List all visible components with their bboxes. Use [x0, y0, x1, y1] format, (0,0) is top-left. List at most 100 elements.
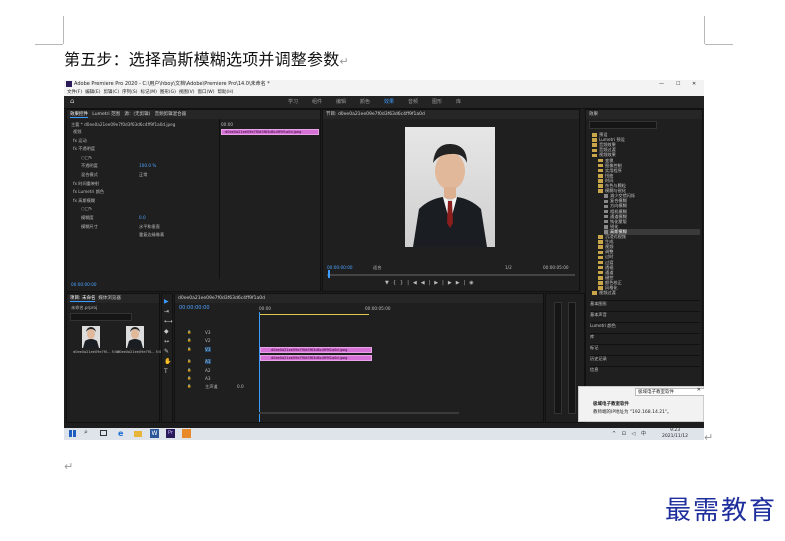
ec-timeline-clip[interactable]: d0ee0a21ee09e7f0d3f63d6c4ff9f1a0d.jpeg: [221, 129, 319, 135]
footer-panel-item[interactable]: 信息: [590, 366, 700, 373]
ec-row-label: 视频: [73, 129, 82, 134]
selection-tool-icon[interactable]: ▶: [164, 298, 169, 305]
go-to-out-icon[interactable]: ▶|: [456, 280, 470, 286]
type-tool-icon[interactable]: T: [164, 368, 168, 375]
ec-row-value[interactable]: 重复边缘像素: [139, 232, 164, 238]
menu-help[interactable]: 帮助(H): [217, 90, 233, 95]
footer-panel-item[interactable]: 历史记录: [590, 355, 700, 362]
track-label[interactable]: V1: [205, 346, 211, 352]
add-marker-icon[interactable]: ▼: [385, 280, 393, 286]
track-lock-icon[interactable]: 🔒: [187, 384, 191, 388]
footer-panel-item[interactable]: 基本图形: [590, 300, 700, 307]
track-lock-icon[interactable]: 🔒: [187, 330, 191, 334]
program-playhead[interactable]: [328, 270, 330, 278]
export-frame-icon[interactable]: ◉: [469, 280, 477, 286]
track-label[interactable]: A3: [205, 376, 211, 381]
track-lock-icon[interactable]: 🔒: [187, 359, 191, 363]
go-to-in-icon[interactable]: |◀: [407, 280, 421, 286]
track-label[interactable]: V3: [205, 330, 211, 335]
tab-media-browser[interactable]: 媒体浏览器: [98, 296, 121, 301]
taskbar-search-icon[interactable]: ⌕: [84, 428, 88, 437]
task-view-icon[interactable]: [100, 430, 107, 436]
workspace-learn[interactable]: 学习: [288, 98, 298, 105]
timeline-work-area-bar[interactable]: [259, 314, 369, 315]
hand-tool-icon[interactable]: ✋: [164, 358, 171, 365]
menu-sequence[interactable]: 序列(S): [122, 90, 137, 95]
slip-tool-icon[interactable]: ↔: [164, 338, 169, 345]
close-button[interactable]: ✕: [692, 80, 696, 89]
ec-row-value[interactable]: 水平和垂直: [139, 224, 160, 230]
track-select-tool-icon[interactable]: ⇥: [164, 308, 169, 315]
timeline-playhead[interactable]: [259, 312, 260, 422]
clip-v2[interactable]: d0ee0a21ee09e7f0d3f63d6c4ff9f1a0d.jpeg: [260, 347, 372, 353]
tab-effect-controls[interactable]: 效果控件: [70, 112, 88, 118]
home-icon[interactable]: ⌂: [70, 98, 74, 105]
premiere-taskbar-icon[interactable]: Pr: [166, 429, 175, 438]
notification-toast[interactable]: 极域电子教室软件 ✕ 极域电子教室软件 教师端的IP地址为 "192.168.1…: [578, 386, 704, 422]
clip-v1[interactable]: d0ee0a21ee09e7f0d3f63d6c4ff9f1a0d.jpeg: [260, 355, 372, 361]
track-lock-icon[interactable]: 🔒: [187, 347, 191, 351]
step-back-icon[interactable]: ◀|: [421, 280, 435, 286]
footer-panel-item[interactable]: 标记: [590, 344, 700, 351]
menu-clip[interactable]: 剪辑(C): [103, 90, 119, 95]
workspace-audio[interactable]: 音频: [408, 98, 418, 105]
explorer-icon[interactable]: [134, 431, 142, 437]
timeline-scrollbar[interactable]: [259, 412, 459, 414]
ec-divider: [219, 119, 220, 279]
effect-tree-item[interactable]: 视频过渡: [592, 290, 616, 296]
razor-tool-icon[interactable]: ◆: [164, 328, 169, 335]
track-label[interactable]: A1: [205, 359, 211, 365]
menu-view[interactable]: 视图(V): [179, 90, 195, 95]
tab-lumetri-scopes[interactable]: Lumetri 范围: [92, 112, 120, 117]
menu-edit[interactable]: 编辑(E): [85, 90, 100, 95]
menu-graphics[interactable]: 图形(G): [160, 90, 176, 95]
menu-file[interactable]: 文件(F): [67, 90, 82, 95]
ec-row-value[interactable]: 0.0: [139, 215, 146, 220]
workspace-color[interactable]: 颜色: [360, 98, 370, 105]
tab-project[interactable]: 项目: 未命名: [70, 296, 96, 302]
mark-in-icon[interactable]: {: [393, 280, 400, 286]
project-panel: 项目: 未命名 媒体浏览器 未命名.prproj d0ee0a21ee09e7f…: [66, 293, 164, 423]
word-icon[interactable]: W: [150, 429, 159, 438]
tab-audio-clip-mixer[interactable]: 音频剪辑混合器: [155, 112, 187, 117]
footer-panel-item[interactable]: Lumetri 颜色: [590, 322, 700, 329]
workspace-effects[interactable]: 效果: [384, 98, 394, 105]
windows-start-icon[interactable]: [69, 430, 76, 437]
track-lock-icon[interactable]: 🔒: [187, 368, 191, 372]
program-resolution[interactable]: 1/2: [505, 265, 512, 270]
track-label[interactable]: V2: [205, 338, 211, 343]
ec-row-value[interactable]: 100.0 %: [139, 163, 156, 168]
classroom-taskbar-icon[interactable]: [182, 429, 191, 438]
tab-source[interactable]: 源：(无剪辑): [124, 112, 150, 117]
ec-timecode: 00:00: [221, 122, 234, 127]
step-forward-icon[interactable]: |▶: [442, 280, 456, 286]
footer-panel-item[interactable]: 基本声音: [590, 311, 700, 318]
ec-row-label: ○□✎: [81, 206, 93, 212]
play-icon[interactable]: ▶: [434, 280, 442, 286]
workspace-assembly[interactable]: 组件: [312, 98, 322, 105]
effects-search-input[interactable]: [589, 121, 657, 129]
edge-icon[interactable]: e: [118, 429, 123, 438]
minimize-button[interactable]: —: [659, 80, 664, 89]
track-label[interactable]: 主声道: [205, 384, 218, 390]
footer-panel-item[interactable]: 库: [590, 333, 700, 340]
project-item-2[interactable]: d0ee0a21ee09e7f0... 5:00: [117, 326, 164, 354]
pen-tool-icon[interactable]: ✎: [164, 348, 169, 355]
maximize-button[interactable]: ☐: [676, 80, 680, 89]
workspace-editing[interactable]: 编辑: [336, 98, 346, 105]
ec-row-value[interactable]: 正常: [139, 172, 147, 178]
ripple-edit-tool-icon[interactable]: ⟷: [164, 318, 173, 325]
project-search-input[interactable]: [70, 313, 132, 321]
program-fit-dropdown[interactable]: 适合: [373, 265, 381, 271]
workspace-graphics[interactable]: 图形: [432, 98, 442, 105]
track-lock-icon[interactable]: 🔒: [187, 338, 191, 342]
menu-marker[interactable]: 标记(M): [141, 90, 157, 95]
menu-window[interactable]: 窗口(W): [198, 90, 215, 95]
track-label[interactable]: A2: [205, 368, 211, 373]
track-lock-icon[interactable]: 🔒: [187, 376, 191, 380]
workspace-libraries[interactable]: 库: [456, 98, 461, 105]
toast-close-icon[interactable]: ✕: [697, 387, 701, 393]
project-item-1[interactable]: d0ee0a21ee09e7f0... 5:00: [73, 326, 120, 354]
master-volume[interactable]: 0.0: [237, 384, 244, 389]
program-scrub-bar[interactable]: [327, 274, 575, 276]
